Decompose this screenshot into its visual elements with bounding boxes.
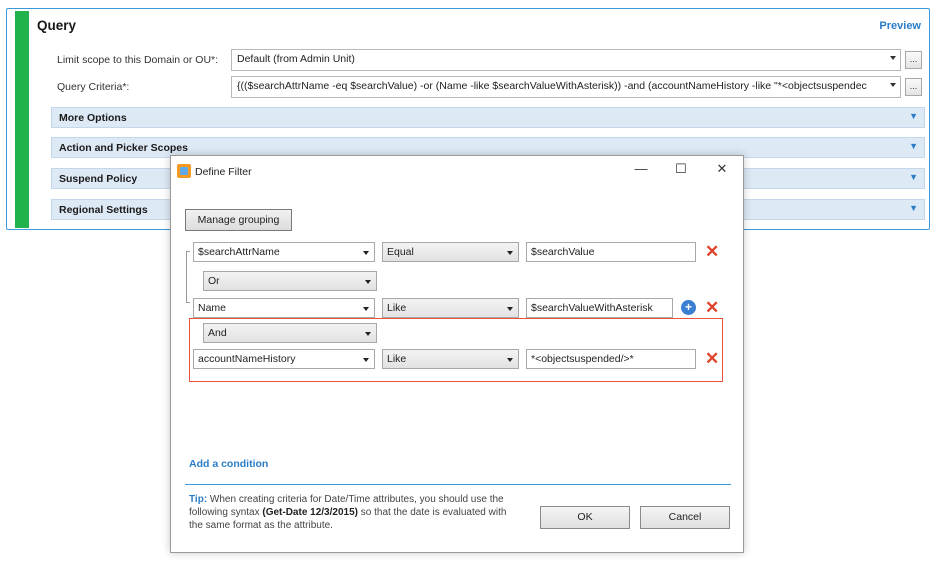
tip-syntax: (Get-Date 12/3/2015) xyxy=(262,507,358,518)
accent-bar xyxy=(15,11,29,228)
footer-divider xyxy=(185,484,731,485)
group-bracket xyxy=(186,251,187,302)
operator-value: Like xyxy=(387,302,407,314)
group-operator-value: And xyxy=(208,327,227,339)
section-label: Action and Picker Scopes xyxy=(59,142,188,154)
add-condition-link[interactable]: Add a condition xyxy=(189,458,268,470)
attribute-value: Name xyxy=(198,302,227,314)
condition-2-value[interactable]: $searchValueWithAsterisk xyxy=(526,298,673,318)
condition-2-attribute[interactable]: Name xyxy=(193,298,375,318)
section-label: Regional Settings xyxy=(59,204,148,216)
section-label: More Options xyxy=(59,112,127,124)
chevron-down-icon: ▼ xyxy=(909,203,918,213)
criteria-label: Query Criteria*: xyxy=(57,81,130,93)
condition-1-delete-icon[interactable]: ✕ xyxy=(705,243,719,260)
scope-value: Default (from Admin Unit) xyxy=(237,53,355,65)
chevron-down-icon xyxy=(363,251,369,255)
chevron-down-icon: ▼ xyxy=(909,141,918,151)
criteria-dropdown[interactable]: {(($searchAttrName -eq $searchValue) -or… xyxy=(231,76,901,98)
chevron-down-icon xyxy=(890,83,896,87)
close-button[interactable]: ✕ xyxy=(712,161,732,177)
group-bracket-bottom xyxy=(186,302,190,303)
minimize-button[interactable]: — xyxy=(631,161,651,176)
group-operator-value: Or xyxy=(208,275,220,287)
condition-3-delete-icon[interactable]: ✕ xyxy=(705,350,719,367)
condition-1-attribute[interactable]: $searchAttrName xyxy=(193,242,375,262)
condition-3-operator[interactable]: Like xyxy=(382,349,519,369)
tip-label: Tip: xyxy=(189,494,208,505)
attribute-value: accountNameHistory xyxy=(198,353,296,365)
chevron-down-icon xyxy=(507,307,513,311)
chevron-down-icon xyxy=(507,358,513,362)
chevron-down-icon: ▼ xyxy=(909,111,918,121)
preview-link[interactable]: Preview xyxy=(879,20,921,32)
criteria-browse-button[interactable]: ... xyxy=(905,78,922,96)
scope-browse-button[interactable]: ... xyxy=(905,51,922,69)
define-filter-dialog: Define Filter — ☐ ✕ Manage grouping $sea… xyxy=(170,155,744,553)
condition-2-delete-icon[interactable]: ✕ xyxy=(705,299,719,316)
chevron-down-icon xyxy=(363,358,369,362)
panel-title: Query xyxy=(37,18,77,33)
chevron-down-icon xyxy=(890,56,896,60)
attribute-value: $searchAttrName xyxy=(198,246,280,258)
dialog-title: Define Filter xyxy=(195,166,252,178)
manage-grouping-button[interactable]: Manage grouping xyxy=(185,209,292,231)
operator-value: Equal xyxy=(387,246,414,258)
cancel-button[interactable]: Cancel xyxy=(640,506,730,529)
group-operator-or[interactable]: Or xyxy=(203,271,377,291)
chevron-down-icon xyxy=(365,332,371,336)
section-label: Suspend Policy xyxy=(59,173,138,185)
condition-3-attribute[interactable]: accountNameHistory xyxy=(193,349,375,369)
condition-2-operator[interactable]: Like xyxy=(382,298,519,318)
tip-text: Tip: When creating criteria for Date/Tim… xyxy=(189,493,517,532)
criteria-value: {(($searchAttrName -eq $searchValue) -or… xyxy=(237,80,867,92)
condition-1-value[interactable]: $searchValue xyxy=(526,242,696,262)
condition-1-operator[interactable]: Equal xyxy=(382,242,519,262)
ok-button[interactable]: OK xyxy=(540,506,630,529)
chevron-down-icon: ▼ xyxy=(909,172,918,182)
operator-value: Like xyxy=(387,353,407,365)
chevron-down-icon xyxy=(365,280,371,284)
group-bracket-top xyxy=(186,251,190,252)
chevron-down-icon xyxy=(363,307,369,311)
add-to-group-icon[interactable]: + xyxy=(681,300,696,315)
scope-dropdown[interactable]: Default (from Admin Unit) xyxy=(231,49,901,71)
app-icon xyxy=(177,164,191,178)
chevron-down-icon xyxy=(507,251,513,255)
group-operator-and[interactable]: And xyxy=(203,323,377,343)
scope-label: Limit scope to this Domain or OU*: xyxy=(57,54,219,66)
maximize-button[interactable]: ☐ xyxy=(671,161,691,177)
section-more-options[interactable]: More Options ▼ xyxy=(51,107,925,128)
condition-3-value[interactable]: *<objectsuspended/>* xyxy=(526,349,696,369)
